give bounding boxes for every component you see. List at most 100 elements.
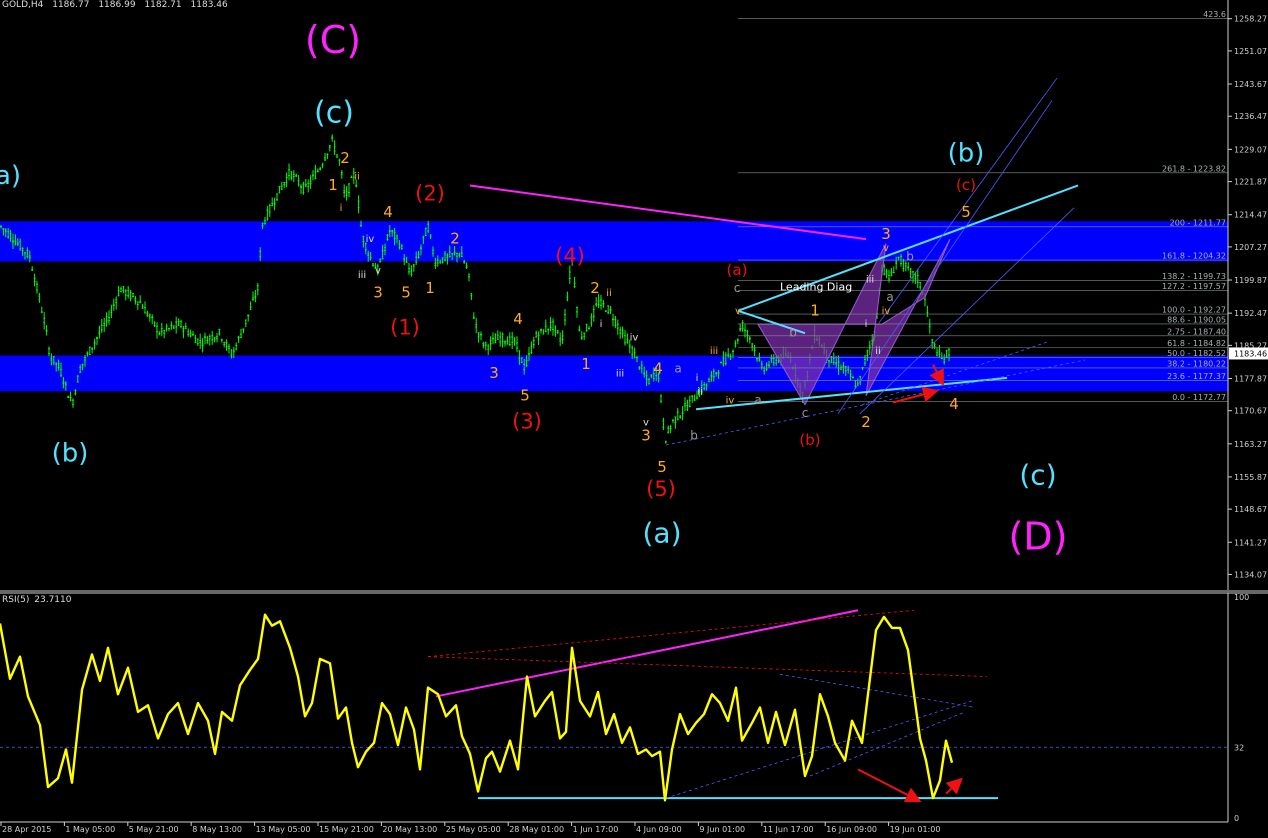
price-chart[interactable]: 423.6261.8 - 1223.82200 - 1211.77161.8 -… (0, 0, 1268, 838)
wave-label: c (734, 281, 741, 295)
wave-label: v (883, 243, 889, 254)
wave-label: (c) (314, 95, 354, 130)
wave-label: (1) (390, 316, 420, 340)
wave-label: iv (630, 333, 639, 344)
wave-label: v (735, 306, 741, 317)
wave-label: ii (354, 172, 360, 183)
price-tick-label: 1155.87 (1234, 473, 1267, 482)
fib-level-label: 100.0 - 1192.27 (1162, 306, 1226, 315)
price-tick-label: 1229.07 (1234, 145, 1267, 154)
wave-label: 5 (657, 458, 667, 476)
wave-label: (4) (555, 244, 585, 268)
fib-level-label: 138.2 - 1199.73 (1162, 272, 1226, 281)
wave-label: b (789, 326, 797, 340)
time-tick-label: 28 May 01:00 (509, 825, 564, 834)
wave-label: 5 (401, 283, 411, 301)
wave-label: 5 (520, 386, 530, 404)
price-arrow-right (892, 386, 939, 404)
wave-label: (5) (646, 477, 676, 501)
wave-label: 2 (590, 279, 600, 297)
fib-level-label: 2.75 - 1187.40 (1167, 327, 1226, 336)
wave-label: 4 (513, 310, 523, 328)
rsi-tick-label: 32 (1234, 743, 1244, 752)
fib-level-label: 23.6 - 1177.37 (1167, 372, 1226, 381)
fib-level-label: 261.8 - 1223.82 (1162, 164, 1226, 173)
wave-label: i (340, 203, 343, 214)
wave-label: (b) (948, 139, 985, 169)
price-tick-label: 1214.47 (1234, 211, 1267, 220)
upper-zone (0, 221, 1228, 262)
fib-level-label: 38.2 - 1180.22 (1167, 359, 1226, 368)
close-value: 1183.46 (190, 0, 228, 10)
wave-label: (b) (799, 431, 820, 449)
price-tick-label: 1163.27 (1234, 440, 1267, 449)
price-tick-label: 1251.07 (1234, 47, 1267, 56)
price-tick-label: 1207.27 (1234, 243, 1267, 252)
wave-label: (c) (1019, 458, 1056, 491)
blue-channel-3 (877, 77, 1058, 325)
wave-label: 3 (881, 225, 891, 243)
wave-label: (2) (415, 181, 445, 205)
rsi-blue-dotted-2 (779, 673, 976, 708)
fib-level-label: 61.8 - 1184.82 (1167, 339, 1226, 348)
rsi-series-line (0, 613, 954, 802)
wave-label: 3 (489, 364, 499, 382)
rsi-tick-label: 0 (1234, 814, 1239, 823)
price-tick-label: 1141.27 (1234, 538, 1267, 547)
wave-label: 1 (810, 301, 820, 319)
time-tick-label: 5 May 21:00 (129, 825, 179, 834)
fib-level-label: 127.2 - 1197.57 (1162, 282, 1226, 291)
current-price-label: 1183.46 (1234, 349, 1267, 358)
rsi-name: RSI(5) (2, 595, 30, 605)
fib-level-label: 50.0 - 1182.52 (1167, 349, 1226, 358)
wave-label: b (906, 250, 914, 264)
wave-label: iv (882, 306, 891, 317)
wave-label: ii (697, 386, 703, 397)
wave-label: iv (726, 395, 735, 406)
high-value: 1186.99 (98, 0, 136, 10)
wave-label: (3) (512, 410, 542, 434)
ohlc-header: GOLD,H4 1186.77 1186.99 1182.71 1183.46 (2, 0, 234, 10)
wave-label: 1 (328, 176, 338, 194)
fib-level-label: 200 - 1211.77 (1170, 218, 1226, 227)
wave-label: i (696, 373, 699, 384)
wave-label: ii (875, 346, 881, 357)
wave-label: a (754, 393, 761, 407)
open-value: 1186.77 (52, 0, 90, 10)
wave-label: (C) (305, 18, 361, 62)
wave-label: c (802, 406, 809, 420)
wave-label: iii (866, 274, 874, 285)
wave-label: (c) (956, 176, 976, 194)
time-tick-label: 25 May 05:00 (446, 825, 501, 834)
wave-label: (D) (1009, 514, 1068, 558)
price-tick-label: 1236.47 (1234, 112, 1267, 121)
wave-label: iii (616, 368, 624, 379)
price-tick-label: 1170.67 (1234, 407, 1267, 416)
wave-label: ii (606, 288, 612, 299)
chart-window: 423.6 261.8 - 1223.82 200 - 1211.77 161.8 -… (0, 0, 1268, 838)
wave-label: (b) (52, 438, 89, 468)
wave-label: i (600, 319, 603, 330)
time-tick-label: 28 Apr 2015 (2, 825, 51, 834)
wave-label: 2 (450, 230, 460, 248)
symbol-label: GOLD,H4 (2, 0, 44, 10)
time-tick-label: 16 Jun 09:00 (826, 825, 877, 834)
time-tick-label: 13 May 05:00 (256, 825, 311, 834)
price-tick-label: 1199.87 (1234, 276, 1267, 285)
price-tick-label: 1134.07 (1234, 570, 1267, 579)
wave-label: 1 (425, 279, 435, 297)
time-tick-label: 20 May 13:00 (382, 825, 437, 834)
wave-label: a (886, 290, 893, 304)
rsi-arrow-down (857, 768, 922, 803)
wave-label: (a) (727, 261, 748, 279)
wave-label: 3 (641, 427, 651, 445)
rsi-red-dotted-2 (427, 656, 988, 677)
wave-label: 5 (961, 203, 971, 221)
rsi-value: 23.7110 (34, 595, 72, 605)
rsi-blue-dotted-1 (665, 700, 973, 799)
time-tick-label: 19 Jun 01:00 (890, 825, 941, 834)
rsi-magenta-trend (435, 609, 859, 698)
price-tick-label: 1221.87 (1234, 178, 1267, 187)
leading-diag-label: Leading Diag (780, 281, 852, 294)
wave-label: i (865, 319, 868, 330)
